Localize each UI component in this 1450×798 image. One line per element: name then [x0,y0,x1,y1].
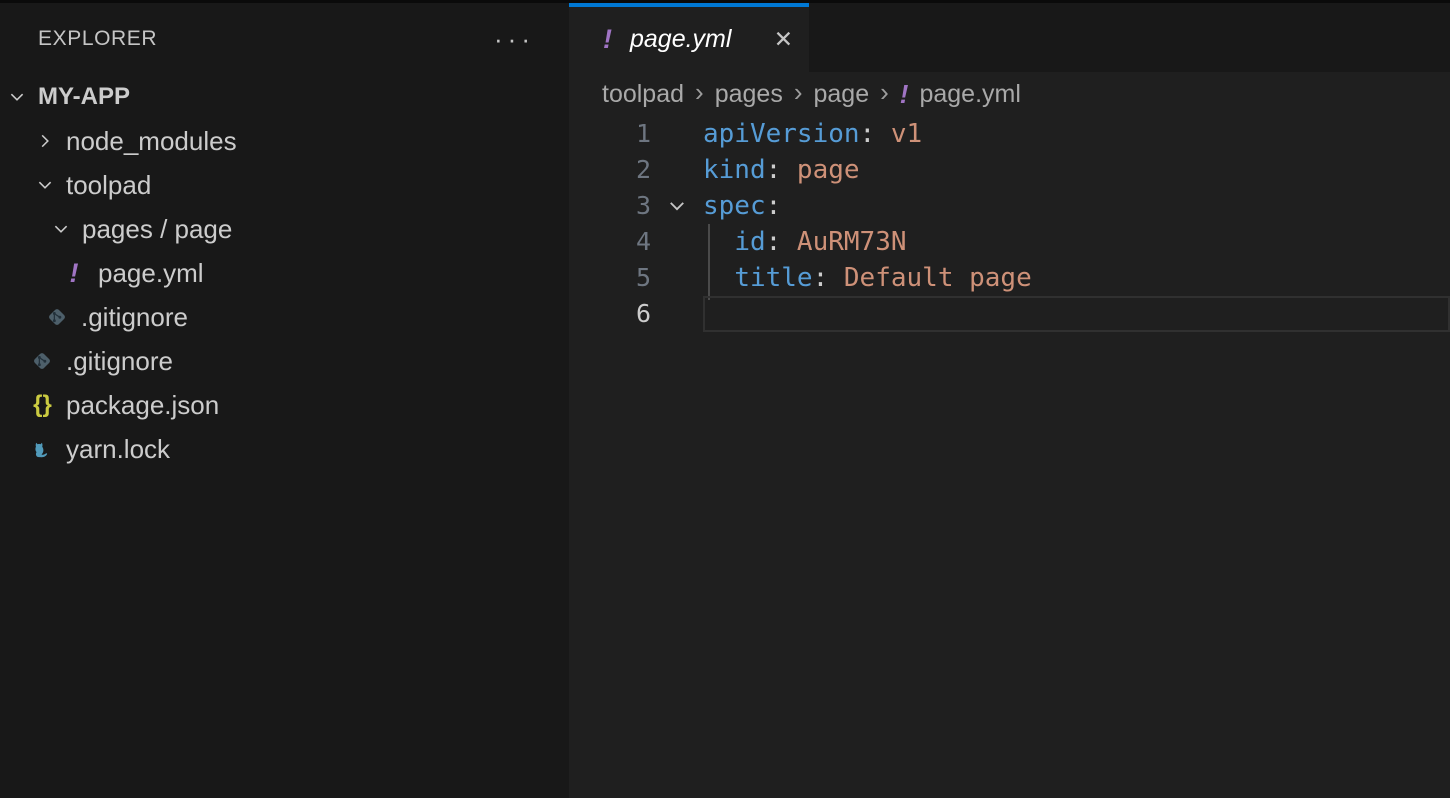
chevron-down-icon [52,220,70,238]
fold-gutter [651,260,703,296]
tree-item-label: page.yml [98,258,204,289]
fold-gutter [651,224,703,260]
fold-gutter [651,296,703,332]
tab-page-yml[interactable]: ! page.yml ✕ [569,3,809,72]
tree-item-gitignore-root[interactable]: .gitignore [0,339,569,383]
yaml-warning-icon: ! [603,26,612,53]
code-line-6-current[interactable]: 6 [569,296,1450,332]
fold-chevron-down-icon[interactable] [651,188,703,224]
tree-item-toolpad[interactable]: toolpad [0,163,569,207]
tree-item-yarn-lock[interactable]: yarn.lock [0,427,569,471]
breadcrumb-item-file[interactable]: page.yml [919,80,1020,109]
tree-item-node-modules[interactable]: node_modules [0,119,569,163]
tree-item-label: pages / page [82,214,232,245]
code-line-4[interactable]: 4 id: AuRM73N [569,224,1450,260]
yaml-warning-icon: ! [62,260,86,287]
git-icon [30,350,54,372]
line-number: 4 [569,224,651,260]
git-icon [45,306,69,328]
line-number: 5 [569,260,651,296]
tree-item-label: node_modules [66,126,237,157]
tree-item-package-json[interactable]: { } package.json [0,383,569,427]
yaml-key: apiVersion [703,119,860,149]
tree-item-page-yml[interactable]: ! page.yml [0,251,569,295]
yaml-key: title [734,263,812,293]
line-number: 1 [569,116,651,152]
code-line-3[interactable]: 3 spec: [569,188,1450,224]
chevron-down-icon [36,176,54,194]
breadcrumb: toolpad › pages › page › ! page.yml [569,72,1450,116]
explorer-sidebar: EXPLORER ··· MY-APP node_modules toolpad… [0,3,569,798]
chevron-right-icon [36,132,54,150]
tree-item-label: .gitignore [81,302,188,333]
current-line-highlight [703,296,1450,332]
yaml-value: v1 [875,119,922,149]
chevron-right-icon: › [880,79,889,105]
chevron-down-icon [8,88,26,106]
code-line-1[interactable]: 1 apiVersion: v1 [569,116,1450,152]
yaml-key: kind [703,155,766,185]
code-line-5[interactable]: 5 title: Default page [569,260,1450,296]
json-braces-icon: { } [30,391,54,419]
line-number-active: 6 [569,296,651,332]
tree-root-my-app[interactable]: MY-APP [0,75,569,119]
tree-item-label: .gitignore [66,346,173,377]
tree-item-label: yarn.lock [66,434,170,465]
fold-gutter [651,116,703,152]
window-top-edge [0,0,1450,3]
tab-bar: ! page.yml ✕ [569,3,1450,72]
breadcrumb-item-toolpad[interactable]: toolpad [602,80,684,109]
tree-item-gitignore-toolpad[interactable]: .gitignore [0,295,569,339]
yaml-colon: : [766,155,782,185]
yaml-colon: : [813,263,829,293]
tree-root-label: MY-APP [38,83,130,111]
breadcrumb-item-pages[interactable]: pages [715,80,783,109]
yaml-value: Default page [828,263,1032,293]
explorer-header: EXPLORER ··· [0,3,569,75]
yaml-key: id [734,227,765,257]
chevron-right-icon: › [695,79,704,105]
line-number: 2 [569,152,651,188]
yaml-value: AuRM73N [781,227,906,257]
yaml-key: spec [703,191,766,221]
yaml-colon: : [766,227,782,257]
tree-item-label: package.json [66,390,219,421]
tab-bar-empty-space [809,3,1450,72]
more-actions-icon[interactable]: ··· [494,26,535,52]
close-icon[interactable]: ✕ [774,28,793,51]
code-editor[interactable]: 1 apiVersion: v1 2 kind: page 3 spec: 4 … [569,116,1450,332]
editor-group: ! page.yml ✕ toolpad › pages › page › ! … [569,3,1450,798]
yaml-colon: : [860,119,876,149]
breadcrumb-item-page[interactable]: page [814,80,870,109]
yaml-colon: : [766,191,782,221]
yarn-cat-icon [30,438,54,460]
explorer-title: EXPLORER [38,27,157,51]
line-number: 3 [569,188,651,224]
yaml-value: page [781,155,859,185]
fold-gutter [651,152,703,188]
tree-item-label: toolpad [66,170,151,201]
chevron-right-icon: › [794,79,803,105]
code-line-2[interactable]: 2 kind: page [569,152,1450,188]
tab-label: page.yml [630,25,731,54]
tree-item-pages-page[interactable]: pages / page [0,207,569,251]
yaml-warning-icon: ! [900,81,909,107]
